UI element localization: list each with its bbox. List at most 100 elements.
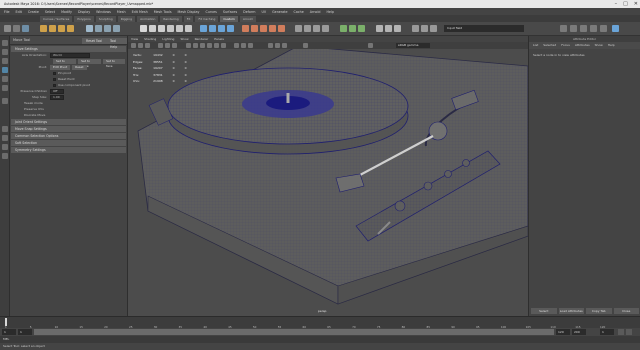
playback-back-icon[interactable] [618,329,624,335]
shelf-tab[interactable]: Rendering [160,15,182,22]
minimize-button[interactable]: – [615,1,618,7]
snap-curve-icon[interactable] [49,25,56,32]
ae-menu-attributes[interactable]: Attributes [575,42,590,49]
uv-editor-icon[interactable] [295,25,302,32]
section-common-selection[interactable]: Common Selection Options [11,133,126,139]
menu-display[interactable]: Display [78,10,90,14]
cube-icon[interactable] [149,25,156,32]
menu-uv[interactable]: UV [261,10,266,14]
delete-history-icon[interactable] [430,25,437,32]
outliner-toggle-icon[interactable] [600,25,607,32]
textured-icon[interactable] [207,43,212,48]
reset-tool-button[interactable]: Reset Tool [82,38,107,44]
menu-windows[interactable]: Windows [96,10,111,14]
menu-select[interactable]: Select [45,10,55,14]
preserve-children-field[interactable]: Off [50,88,64,94]
render-settings-icon[interactable] [113,25,120,32]
shelf-tab-active[interactable]: Custom [220,15,238,22]
set-to-face-button[interactable]: Set to face [103,58,125,68]
insert-loop-icon[interactable] [278,25,285,32]
gamma-icon[interactable] [368,43,373,48]
menu-generate[interactable]: Generate [272,10,287,14]
xray-icon[interactable] [234,43,239,48]
shadows-icon[interactable] [221,43,226,48]
cone-icon[interactable] [167,25,174,32]
wire-on-shaded-icon[interactable] [200,43,205,48]
bookmark-icon[interactable] [138,43,143,48]
arnold-light-icon[interactable] [349,25,356,32]
tool-help-button[interactable]: Tool Help [106,38,127,49]
workspace-icon[interactable] [612,25,619,32]
section-joint-orient[interactable]: Joint Orient Settings [11,119,126,125]
range-end-field[interactable]: 120 [556,329,570,335]
lasso-icon[interactable] [13,25,20,32]
section-move-snap[interactable]: Move Snap Settings [11,126,126,132]
persp-outliner-icon[interactable] [2,144,8,150]
ae-close-button[interactable]: Close [613,308,639,314]
lights-icon[interactable] [214,43,219,48]
menu-modify[interactable]: Modify [61,10,72,14]
lasso-tool-icon[interactable] [2,49,8,55]
shelf-tab[interactable]: Animation [137,15,159,22]
wireframe-icon[interactable] [186,43,191,48]
ae-menu-focus[interactable]: Focus [561,42,570,49]
smooth-shade-icon[interactable] [193,43,198,48]
snap-grid-icon[interactable] [40,25,47,32]
shelf-tab[interactable]: Rigging [117,15,136,22]
ae-select-button[interactable]: Select [531,308,557,314]
command-language-label[interactable]: MEL [3,337,9,341]
sphere-icon[interactable] [140,25,147,32]
grid-toggle-icon[interactable] [158,43,163,48]
speed-button[interactable] [423,181,433,191]
menu-deform[interactable]: Deform [243,10,255,14]
ae-load-attributes-button[interactable]: Load Attributes [558,308,584,314]
arnold-skydome-icon[interactable] [358,25,365,32]
status-line-field[interactable]: Input field [444,25,524,32]
axis-orientation-select[interactable]: World [50,52,90,58]
ae-menu-show[interactable]: Show [595,42,603,49]
range-start-field[interactable]: 1 [18,329,32,335]
multi-cut-icon[interactable] [269,25,276,32]
select-tool-icon[interactable] [4,25,11,32]
shelf-tab[interactable]: Sculpting [95,15,116,22]
section-symmetry[interactable]: Symmetry Settings [11,147,126,153]
bridge-icon[interactable] [251,25,258,32]
set-to-edge-button[interactable]: Set to edge [78,58,102,68]
ipr-icon[interactable] [104,25,111,32]
menu-cache[interactable]: Cache [294,10,304,14]
shelf-tab[interactable]: Arnold [239,15,256,22]
menu-edit[interactable]: Edit [16,10,22,14]
scale-tool-icon[interactable] [2,85,8,91]
snap-view-icon[interactable] [67,25,74,32]
single-view-icon[interactable] [2,126,8,132]
four-view-icon[interactable] [2,135,8,141]
current-time-indicator[interactable] [5,318,7,326]
command-line[interactable]: MEL [0,336,640,343]
attribute-editor-icon[interactable] [580,25,587,32]
torus-icon[interactable] [185,25,192,32]
channel-box-icon[interactable] [570,25,577,32]
tool-settings-icon[interactable] [590,25,597,32]
shelf-tab[interactable]: FX Caching [195,15,219,22]
reset-pivot-checkbox[interactable] [53,77,56,81]
menu-mesh-display[interactable]: Mesh Display [178,10,200,14]
end-time-field[interactable]: 200 [572,329,586,335]
reset-pivot-button[interactable]: Reset [72,64,87,70]
plane-icon[interactable] [176,25,183,32]
snap-point-icon[interactable] [58,25,65,32]
isolate-icon[interactable] [248,43,253,48]
bevel-icon[interactable] [260,25,267,32]
stop-button[interactable] [462,159,470,167]
combine-icon[interactable] [200,25,207,32]
menu-surfaces[interactable]: Surfaces [223,10,237,14]
menu-curves[interactable]: Curves [205,10,216,14]
ae-menu-selected[interactable]: Selected [543,42,556,49]
viewport-panel[interactable]: View Shading Lighting Show Renderer Pane… [128,36,528,316]
camera-icon[interactable] [376,25,383,32]
ae-menu-help[interactable]: Help [608,42,615,49]
menu-create[interactable]: Create [28,10,39,14]
resolution-gate-icon[interactable] [172,43,177,48]
section-soft-selection[interactable]: Soft Selection [11,140,126,146]
pin-pivot-checkbox[interactable] [53,71,56,75]
playback-play-icon[interactable] [626,329,632,335]
